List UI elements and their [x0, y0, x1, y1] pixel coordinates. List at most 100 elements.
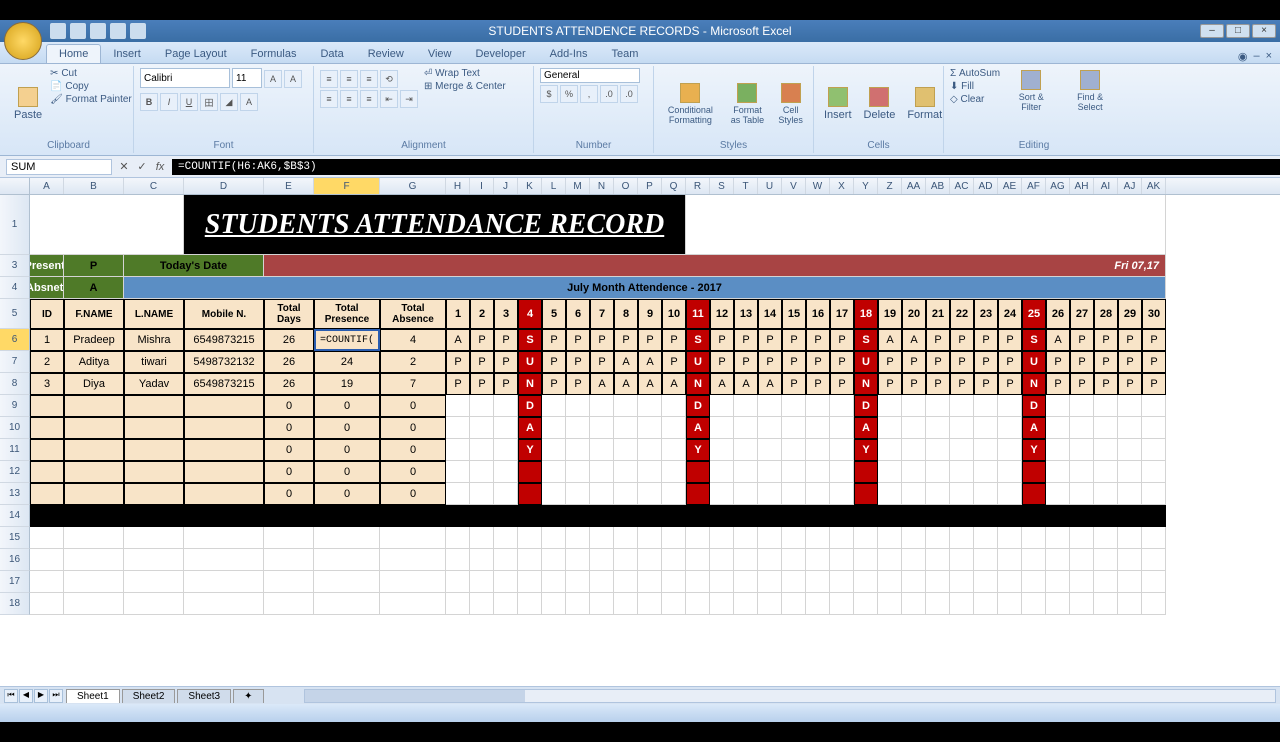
empty-cell[interactable] — [1070, 593, 1094, 615]
empty-cell[interactable] — [662, 461, 686, 483]
attendance-cell[interactable]: P — [542, 351, 566, 373]
empty-cell[interactable] — [30, 527, 64, 549]
sunday-cell[interactable]: A — [518, 417, 542, 439]
sunday-cell[interactable]: Y — [518, 439, 542, 461]
attendance-cell[interactable]: P — [1094, 329, 1118, 351]
empty-cell[interactable] — [446, 439, 470, 461]
cancel-formula-icon[interactable]: ✕ — [116, 159, 132, 175]
empty-cell[interactable] — [614, 571, 638, 593]
empty-cell[interactable] — [710, 527, 734, 549]
empty-cell[interactable] — [806, 439, 830, 461]
col-header[interactable]: I — [470, 178, 494, 194]
empty-cell[interactable] — [734, 461, 758, 483]
empty-cell[interactable] — [758, 527, 782, 549]
absence-cell[interactable]: 0 — [380, 483, 446, 505]
comma-icon[interactable]: , — [580, 85, 598, 103]
attendance-cell[interactable]: P — [830, 373, 854, 395]
empty-cell[interactable] — [614, 483, 638, 505]
attendance-cell[interactable]: P — [806, 351, 830, 373]
attendance-cell[interactable]: A — [662, 373, 686, 395]
horizontal-scrollbar[interactable] — [304, 689, 1277, 703]
sunday-cell[interactable] — [518, 483, 542, 505]
enter-formula-icon[interactable]: ✓ — [134, 159, 150, 175]
tab-view[interactable]: View — [416, 45, 464, 63]
sunday-cell[interactable]: S — [1022, 329, 1046, 351]
attendance-cell[interactable]: P — [950, 351, 974, 373]
empty-cell[interactable] — [494, 461, 518, 483]
empty-cell[interactable] — [64, 439, 124, 461]
redo-icon[interactable] — [90, 23, 106, 39]
row-header[interactable]: 10 — [0, 417, 30, 439]
empty-cell[interactable] — [806, 417, 830, 439]
number-format-input[interactable] — [540, 68, 640, 83]
fill-color-button[interactable]: ◢ — [220, 93, 238, 111]
empty-cell[interactable] — [1022, 571, 1046, 593]
col-header[interactable]: Z — [878, 178, 902, 194]
dec-decimal-icon[interactable]: .0 — [620, 85, 638, 103]
header-cell[interactable]: Total Presence — [314, 299, 380, 329]
empty-cell[interactable] — [1070, 527, 1094, 549]
attendance-cell[interactable]: P — [446, 351, 470, 373]
day-header[interactable]: 18 — [854, 299, 878, 329]
attendance-cell[interactable]: P — [1142, 373, 1166, 395]
attendance-cell[interactable]: P — [1046, 373, 1070, 395]
empty-cell[interactable] — [806, 461, 830, 483]
empty-cell[interactable] — [710, 461, 734, 483]
empty-cell[interactable] — [638, 549, 662, 571]
empty-cell[interactable] — [184, 549, 264, 571]
empty-cell[interactable] — [998, 417, 1022, 439]
empty-cell[interactable] — [64, 527, 124, 549]
empty-cell[interactable] — [806, 483, 830, 505]
worksheet[interactable]: ABCDEFGHIJKLMNOPQRSTUVWXYZAAABACADAEAFAG… — [0, 178, 1280, 686]
sunday-cell[interactable]: A — [1022, 417, 1046, 439]
attendance-cell[interactable]: P — [974, 329, 998, 351]
empty-cell[interactable] — [806, 527, 830, 549]
row-header[interactable]: 8 — [0, 373, 30, 395]
col-header[interactable]: AK — [1142, 178, 1166, 194]
empty-cell[interactable] — [734, 395, 758, 417]
row-header[interactable]: 4 — [0, 277, 30, 299]
empty-cell[interactable] — [1094, 395, 1118, 417]
day-header[interactable]: 3 — [494, 299, 518, 329]
attendance-cell[interactable]: A — [902, 329, 926, 351]
empty-cell[interactable] — [974, 527, 998, 549]
fname-cell[interactable]: Diya — [64, 373, 124, 395]
absence-cell[interactable]: 4 — [380, 329, 446, 351]
empty-cell[interactable] — [782, 593, 806, 615]
empty-cell[interactable] — [1118, 571, 1142, 593]
col-header[interactable]: H — [446, 178, 470, 194]
empty-cell[interactable] — [1046, 461, 1070, 483]
empty-cell[interactable] — [566, 461, 590, 483]
empty-cell[interactable] — [614, 461, 638, 483]
empty-cell[interactable] — [494, 549, 518, 571]
attendance-cell[interactable]: P — [710, 329, 734, 351]
col-header[interactable]: G — [380, 178, 446, 194]
empty-cell[interactable] — [1094, 483, 1118, 505]
col-header[interactable]: A — [30, 178, 64, 194]
orientation-icon[interactable]: ⟲ — [380, 70, 398, 88]
sunday-cell[interactable] — [854, 483, 878, 505]
sunday-cell[interactable]: U — [518, 351, 542, 373]
nav-next-icon[interactable]: ▶ — [34, 689, 48, 703]
sheet-tab-1[interactable]: Sheet1 — [66, 689, 120, 703]
empty-cell[interactable] — [1142, 549, 1166, 571]
empty-cell[interactable] — [590, 549, 614, 571]
day-header[interactable]: 9 — [638, 299, 662, 329]
delete-cells-button[interactable]: Delete — [860, 68, 900, 140]
empty-cell[interactable] — [566, 549, 590, 571]
empty-cell[interactable] — [566, 417, 590, 439]
nav-prev-icon[interactable]: ◀ — [19, 689, 33, 703]
indent-dec-icon[interactable]: ⇤ — [380, 90, 398, 108]
empty-cell[interactable] — [878, 483, 902, 505]
empty-cell[interactable] — [614, 417, 638, 439]
empty-cell[interactable] — [1118, 417, 1142, 439]
tab-formulas[interactable]: Formulas — [239, 45, 309, 63]
empty-cell[interactable] — [446, 571, 470, 593]
col-header[interactable]: AF — [1022, 178, 1046, 194]
empty-cell[interactable] — [1070, 571, 1094, 593]
empty-cell[interactable] — [734, 483, 758, 505]
attendance-cell[interactable]: A — [614, 351, 638, 373]
col-header[interactable]: AI — [1094, 178, 1118, 194]
empty-cell[interactable] — [590, 571, 614, 593]
attendance-cell[interactable]: A — [734, 373, 758, 395]
